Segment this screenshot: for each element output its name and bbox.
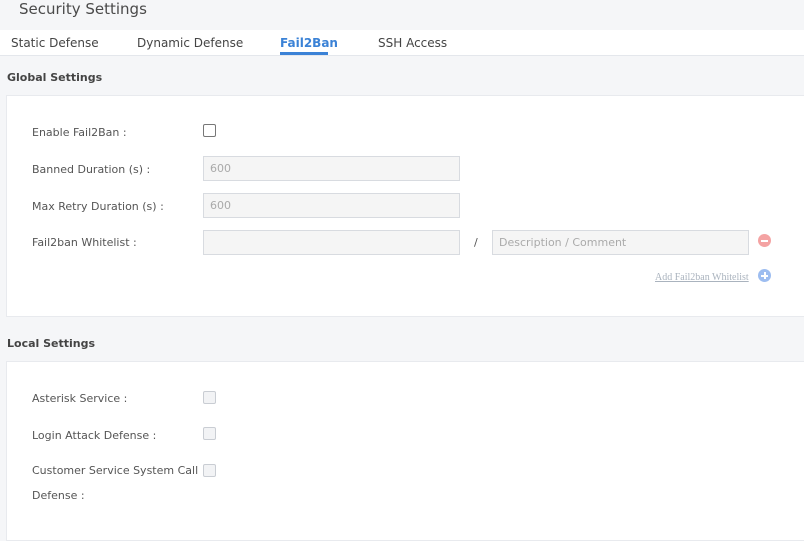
banned-duration-label: Banned Duration (s) :: [32, 163, 151, 176]
customer-service-call-defense-label: Customer Service System Call Defense :: [32, 464, 199, 502]
local-settings-title: Local Settings: [7, 337, 96, 350]
tab-static-defense[interactable]: Static Defense: [11, 36, 99, 50]
page-title: Security Settings: [19, 0, 147, 18]
tab-fail2ban[interactable]: Fail2Ban: [280, 36, 338, 50]
active-tab-indicator: [280, 52, 328, 55]
whitelist-description-input[interactable]: Description / Comment: [492, 230, 749, 255]
tab-dynamic-defense[interactable]: Dynamic Defense: [137, 36, 243, 50]
global-settings-title: Global Settings: [7, 71, 103, 84]
fail2ban-whitelist-label: Fail2ban Whitelist :: [32, 236, 137, 249]
login-attack-defense-label: Login Attack Defense :: [32, 429, 157, 442]
asterisk-service-label: Asterisk Service :: [32, 392, 128, 405]
whitelist-ip-input[interactable]: [203, 230, 460, 255]
enable-fail2ban-checkbox[interactable]: [203, 124, 216, 137]
max-retry-duration-input[interactable]: 600: [203, 193, 460, 218]
login-attack-defense-checkbox[interactable]: [203, 427, 216, 440]
max-retry-duration-label: Max Retry Duration (s) :: [32, 200, 164, 213]
minus-circle-icon[interactable]: [758, 234, 771, 247]
asterisk-service-checkbox[interactable]: [203, 391, 216, 404]
add-fail2ban-whitelist-link[interactable]: Add Fail2ban Whitelist: [655, 272, 749, 283]
plus-circle-icon[interactable]: [758, 269, 771, 282]
banned-duration-input[interactable]: 600: [203, 156, 460, 181]
tab-bar: Static Defense Dynamic Defense Fail2Ban …: [0, 30, 804, 56]
customer-service-call-defense-checkbox[interactable]: [203, 464, 216, 477]
tab-ssh-access[interactable]: SSH Access: [378, 36, 447, 50]
local-settings-panel: [6, 361, 804, 541]
whitelist-separator: /: [474, 236, 478, 249]
enable-fail2ban-label: Enable Fail2Ban :: [32, 126, 127, 139]
